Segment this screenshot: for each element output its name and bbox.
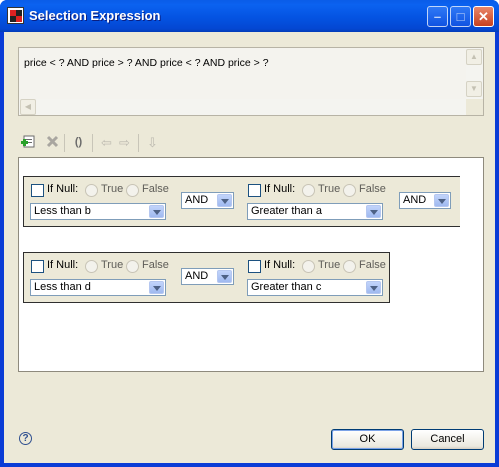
true-label: True	[318, 259, 341, 271]
expression-row: If Null: True False Less than d AND If N…	[23, 252, 390, 303]
chevron-down-icon[interactable]	[366, 281, 381, 294]
if-null-label: If Null:	[47, 259, 79, 271]
condition-group: If Null: True False Greater than c	[241, 253, 391, 296]
chevron-down-icon[interactable]	[217, 194, 232, 207]
dialog-body: price < ? AND price > ? AND price < ? AN…	[4, 32, 495, 463]
false-radio[interactable]	[126, 260, 139, 273]
chevron-down-icon[interactable]	[366, 205, 381, 218]
operator-combo[interactable]: Less than d	[30, 279, 166, 296]
toolbar-separator	[138, 134, 139, 152]
horizontal-scrollbar[interactable]: ◀	[19, 99, 466, 115]
true-radio[interactable]	[85, 184, 98, 197]
operator-combo[interactable]: Greater than c	[247, 279, 383, 296]
connector-value: AND	[185, 194, 209, 206]
if-null-checkbox[interactable]	[248, 184, 261, 197]
minimize-button[interactable]: –	[427, 6, 448, 27]
help-icon[interactable]: ?	[19, 432, 32, 445]
toolbar: () ⇦ ⇨ ⇩	[20, 133, 220, 153]
delete-icon[interactable]	[44, 134, 61, 151]
expression-text-area[interactable]: price < ? AND price > ? AND price < ? AN…	[18, 47, 484, 116]
connector-value: AND	[403, 194, 427, 206]
move-right-icon[interactable]: ⇨	[116, 134, 133, 151]
connector-combo[interactable]: AND	[181, 192, 234, 209]
operator-value: Greater than c	[251, 281, 322, 293]
operator-value: Greater than a	[251, 205, 322, 217]
if-null-checkbox[interactable]	[31, 184, 44, 197]
if-null-label: If Null:	[47, 183, 79, 195]
false-radio[interactable]	[343, 260, 356, 273]
expression-row: If Null: True False Less than b AND If N…	[23, 176, 460, 227]
operator-combo[interactable]: Greater than a	[247, 203, 383, 220]
window-title: Selection Expression	[29, 8, 161, 23]
scroll-down-icon[interactable]: ▼	[466, 81, 482, 97]
maximize-button[interactable]: □	[450, 6, 471, 27]
condition-group: If Null: True False Greater than a	[241, 177, 391, 220]
scroll-up-icon[interactable]: ▲	[466, 49, 482, 65]
parentheses-icon[interactable]: ()	[70, 134, 87, 151]
operator-value: Less than b	[34, 205, 91, 217]
close-button[interactable]: ✕	[473, 6, 494, 27]
if-null-checkbox[interactable]	[248, 260, 261, 273]
chevron-down-icon[interactable]	[217, 270, 232, 283]
connector-value: AND	[185, 270, 209, 282]
true-label: True	[101, 183, 124, 195]
true-label: True	[101, 259, 124, 271]
toolbar-separator	[64, 134, 65, 152]
operator-value: Less than d	[34, 281, 91, 293]
operator-combo[interactable]: Less than b	[30, 203, 166, 220]
cancel-button[interactable]: Cancel	[411, 429, 484, 450]
true-radio[interactable]	[302, 184, 315, 197]
chevron-down-icon[interactable]	[149, 281, 164, 294]
false-radio[interactable]	[126, 184, 139, 197]
vertical-scrollbar[interactable]: ▲ ▼	[466, 48, 483, 99]
connector-combo[interactable]: AND	[181, 268, 234, 285]
scrollbar-corner	[466, 99, 483, 115]
false-label: False	[142, 183, 169, 195]
toolbar-separator	[92, 134, 93, 152]
expression-builder-panel: If Null: True False Less than b AND If N…	[18, 157, 484, 372]
if-null-checkbox[interactable]	[31, 260, 44, 273]
connector-combo[interactable]: AND	[399, 192, 451, 209]
move-down-icon[interactable]: ⇩	[144, 134, 161, 151]
false-label: False	[359, 183, 386, 195]
if-null-label: If Null:	[264, 259, 296, 271]
chevron-down-icon[interactable]	[434, 194, 449, 207]
dialog-window: Selection Expression – □ ✕ price < ? AND…	[0, 0, 499, 467]
true-radio[interactable]	[302, 260, 315, 273]
app-icon	[7, 7, 24, 24]
add-condition-icon[interactable]	[20, 134, 37, 151]
scroll-left-icon[interactable]: ◀	[20, 99, 36, 115]
if-null-label: If Null:	[264, 183, 296, 195]
false-radio[interactable]	[343, 184, 356, 197]
false-label: False	[359, 259, 386, 271]
expression-text: price < ? AND price > ? AND price < ? AN…	[24, 57, 269, 69]
title-bar[interactable]: Selection Expression – □ ✕	[0, 0, 499, 32]
condition-group: If Null: True False Less than d	[24, 253, 174, 296]
false-label: False	[142, 259, 169, 271]
move-left-icon[interactable]: ⇦	[98, 134, 115, 151]
ok-button[interactable]: OK	[331, 429, 404, 450]
condition-group: If Null: True False Less than b	[24, 177, 174, 220]
chevron-down-icon[interactable]	[149, 205, 164, 218]
true-radio[interactable]	[85, 260, 98, 273]
true-label: True	[318, 183, 341, 195]
